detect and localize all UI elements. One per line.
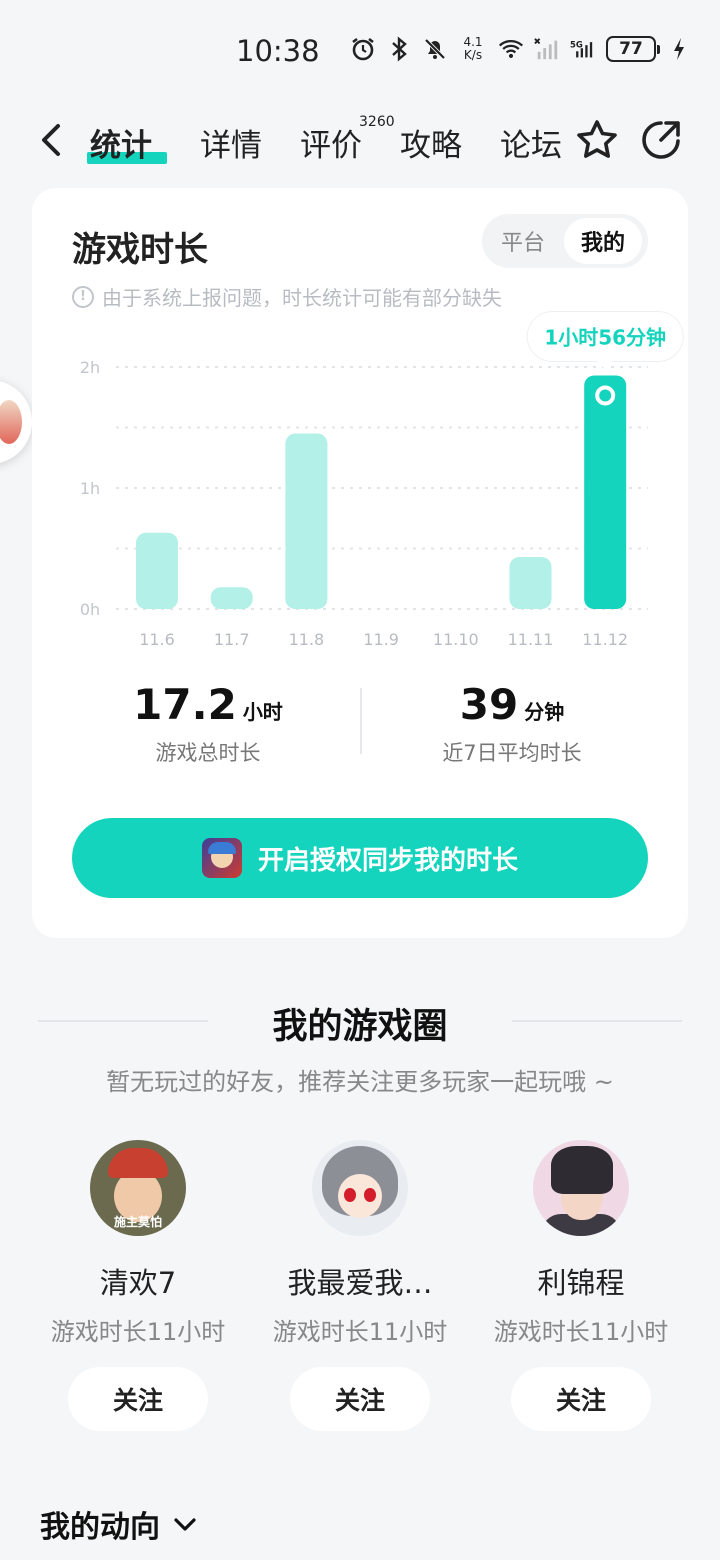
signal-off-icon xyxy=(534,36,560,62)
game-circle-header: 我的游戏圈 xyxy=(0,998,720,1048)
friend-playtime: 游戏时长11小时 xyxy=(493,1318,669,1346)
playtime-card: 游戏时长 平台 我的 ! 由于系统上报问题，时长统计可能有部分缺失 0h 1h 2h… xyxy=(32,188,688,938)
friend-playtime: 游戏时长11小时 xyxy=(272,1318,448,1346)
total-value: 17.2 xyxy=(133,680,237,729)
average-value: 39 xyxy=(459,680,519,729)
friend-name[interactable]: 清欢7 xyxy=(28,1260,248,1302)
follow-button[interactable]: 关注 xyxy=(290,1367,430,1431)
chart-bar xyxy=(285,433,328,609)
favorite-button[interactable] xyxy=(574,117,620,163)
signal-5g-icon: 5G xyxy=(570,36,596,62)
share-button[interactable] xyxy=(638,117,684,163)
status-icons: 4.1 K/s 5G 77 xyxy=(350,36,692,62)
chart-bar xyxy=(210,587,253,609)
x-tick-label: 11.12 xyxy=(582,630,628,649)
x-tick-label: 11.6 xyxy=(139,630,175,649)
my-activity-toggle[interactable]: 我的动向 xyxy=(40,1502,198,1546)
reviews-count-badge: 3260 xyxy=(359,114,395,130)
x-tick-label: 11.8 xyxy=(289,630,325,649)
y-tick-label: 1h xyxy=(80,479,100,498)
friend-playtime: 游戏时长11小时 xyxy=(50,1318,226,1346)
my-activity-label: 我的动向 xyxy=(40,1510,160,1545)
follow-button[interactable]: 关注 xyxy=(68,1367,208,1431)
playtime-chart: 0h 1h 2h 11.6 11.7 11.8 11.9 11.10 11.11 11.12 1小时… xyxy=(80,310,684,649)
status-bar: 10:38 4.1 K/s 5G 77 xyxy=(0,0,720,100)
game-circle-title: 我的游戏圈 xyxy=(272,1007,448,1047)
y-tick-label: 0h xyxy=(80,600,100,619)
star-icon xyxy=(577,120,617,158)
bluetooth-icon xyxy=(386,36,412,62)
tab-details[interactable]: 详情 xyxy=(200,120,262,165)
mute-bell-icon xyxy=(422,36,448,62)
tab-stats[interactable]: 统计 xyxy=(90,120,152,165)
chart-bar xyxy=(136,532,178,609)
tab-guides[interactable]: 攻略 xyxy=(400,120,462,165)
x-tick-label: 11.10 xyxy=(433,630,479,649)
total-label: 游戏总时长 xyxy=(155,741,261,765)
chart-bar xyxy=(509,556,552,609)
tab-forum[interactable]: 论坛 xyxy=(500,120,562,165)
sync-button-label: 开启授权同步我的时长 xyxy=(257,845,518,876)
avatar-caption: 施主莫怕 xyxy=(113,1215,162,1229)
back-button[interactable] xyxy=(34,120,74,160)
tab-reviews[interactable]: 评价 xyxy=(300,120,362,165)
average-stat: 39 分钟 近7日平均时长 xyxy=(362,680,662,767)
avatar[interactable] xyxy=(312,1140,408,1236)
total-unit: 小时 xyxy=(242,700,283,724)
charging-icon xyxy=(666,36,692,62)
chevron-down-icon xyxy=(174,1518,196,1531)
alarm-icon xyxy=(350,36,376,62)
chart-bar xyxy=(584,375,627,609)
avatar[interactable]: 施主莫怕 xyxy=(90,1140,186,1236)
net-speed: 4.1 K/s xyxy=(463,35,483,62)
average-unit: 分钟 xyxy=(524,700,565,724)
average-label: 近7日平均时长 xyxy=(442,741,582,765)
friend-name[interactable]: 我最爱我… xyxy=(250,1260,470,1302)
battery-indicator: 77 xyxy=(606,36,660,62)
total-stat: 17.2 小时 游戏总时长 xyxy=(58,680,358,767)
y-tick-label: 2h xyxy=(80,358,100,377)
friend-card: 我最爱我… 游戏时长11小时 关注 xyxy=(250,1140,470,1431)
game-icon xyxy=(201,838,242,878)
friend-name[interactable]: 利锦程 xyxy=(471,1260,691,1302)
avatar[interactable] xyxy=(533,1140,629,1236)
friend-card: 施主莫怕 清欢7 游戏时长11小时 关注 xyxy=(28,1140,248,1431)
sync-playtime-button[interactable]: 开启授权同步我的时长 xyxy=(72,818,648,898)
status-time: 10:38 xyxy=(236,34,320,68)
friend-card: 利锦程 游戏时长11小时 关注 xyxy=(471,1140,691,1431)
follow-button[interactable]: 关注 xyxy=(511,1367,651,1431)
game-circle-subtitle: 暂无玩过的好友，推荐关注更多玩家一起玩哦 ~ xyxy=(106,1068,614,1096)
x-tick-label: 11.9 xyxy=(363,630,399,649)
tooltip-pointer xyxy=(597,360,614,370)
tooltip-text: 1小时56分钟 xyxy=(544,325,666,349)
x-tick-label: 11.7 xyxy=(214,630,250,649)
share-icon xyxy=(642,121,680,159)
x-tick-label: 11.11 xyxy=(508,630,554,649)
wifi-icon xyxy=(498,36,524,62)
floating-avatar-icon xyxy=(0,400,22,444)
stats-row: 17.2 小时 游戏总时长 39 分钟 近7日平均时长 xyxy=(32,680,688,780)
svg-text:5G: 5G xyxy=(570,39,583,49)
floating-side-widget[interactable] xyxy=(0,380,32,464)
